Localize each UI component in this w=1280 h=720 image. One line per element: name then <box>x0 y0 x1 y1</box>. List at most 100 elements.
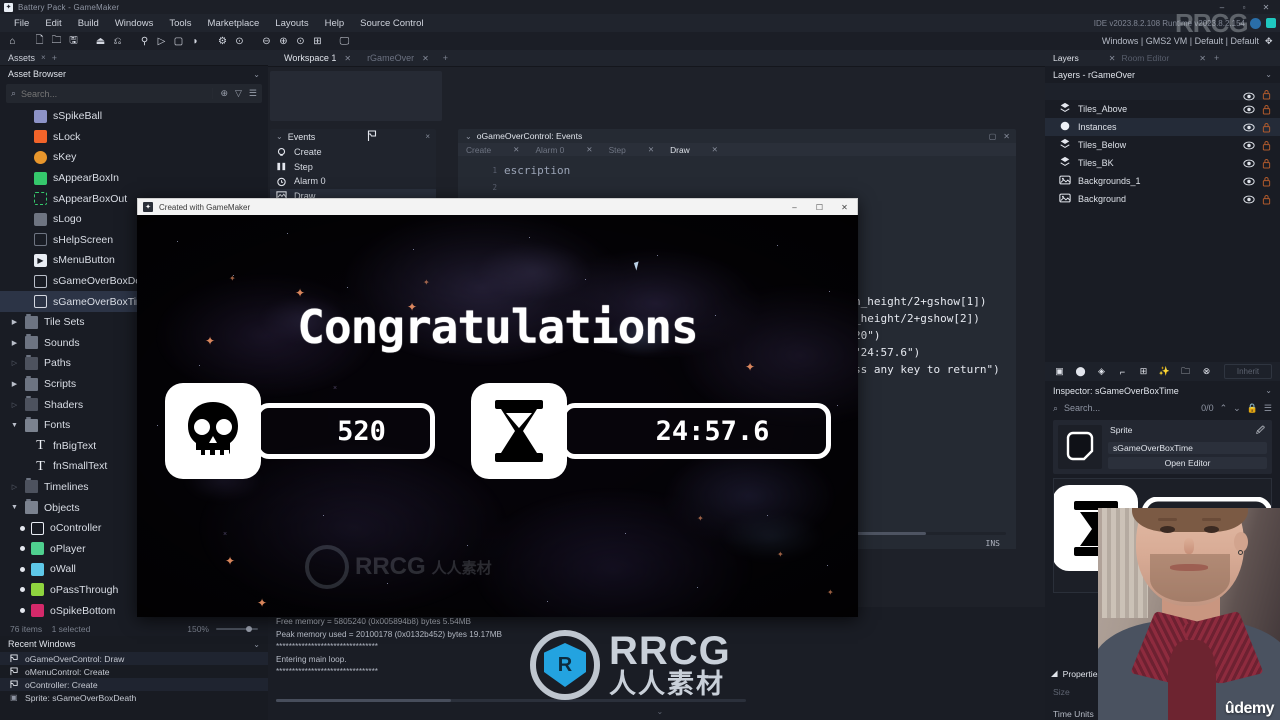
eye-icon[interactable] <box>1243 105 1255 114</box>
recent-item-sprite-gameoverboxdeath[interactable]: ▣ Sprite: sGameOverBoxDeath <box>0 691 268 704</box>
chevron-down-icon[interactable]: ⌄ <box>1265 70 1272 79</box>
game-window-titlebar[interactable]: ✦ Created with GameMaker – ☐ ✕ <box>137 198 858 215</box>
add-tab-icon[interactable]: + <box>1214 53 1219 63</box>
debug-icon[interactable]: ⚲ <box>136 33 153 49</box>
chevron-right-icon[interactable]: ▶ <box>10 339 19 347</box>
console-collapse-handle[interactable] <box>268 706 1045 720</box>
close-icon[interactable]: ✕ <box>832 199 857 216</box>
layer-item-tiles-below[interactable]: Tiles_Below <box>1045 136 1280 154</box>
clean-icon[interactable]: ⎌ <box>109 33 126 49</box>
chevron-down-icon[interactable]: ▼ <box>10 504 19 511</box>
gear-icon[interactable]: ✥ <box>1265 36 1276 47</box>
inherit-button[interactable]: Inherit <box>1224 364 1272 379</box>
menu-icon[interactable]: ☰ <box>249 88 257 99</box>
maximize-icon[interactable]: ☐ <box>807 199 832 216</box>
console-scrollbar[interactable] <box>276 699 746 702</box>
menu-edit[interactable]: Edit <box>37 16 69 31</box>
layer-item-background[interactable]: Background <box>1045 190 1280 208</box>
lock-icon[interactable] <box>1262 104 1271 115</box>
menu-help[interactable]: Help <box>317 16 353 31</box>
add-asset-icon[interactable]: ⊕ <box>220 88 228 99</box>
zoom-reset-icon[interactable]: ⊙ <box>292 33 309 49</box>
notification-icon[interactable] <box>1266 18 1276 28</box>
asset-search-row[interactable]: ⌕ ⊕ ▽ ☰ <box>6 84 262 103</box>
close-icon[interactable]: ✕ <box>1199 54 1206 63</box>
asset-item-skey[interactable]: sKey <box>0 147 268 168</box>
eye-icon[interactable] <box>1243 159 1255 168</box>
eraser-icon[interactable]: 🖉 <box>1256 425 1265 439</box>
paint-icon[interactable]: ◗ <box>187 33 204 49</box>
inspector-search-input[interactable]: Search... <box>1064 403 1195 413</box>
layer-item-backgrounds-1[interactable]: Backgrounds_1 <box>1045 172 1280 190</box>
save-icon[interactable]: 🖫 <box>65 33 82 49</box>
filter-icon[interactable]: ▽ <box>235 88 242 99</box>
code-tab-step[interactable]: Step ✕ <box>601 143 663 156</box>
lock-icon[interactable] <box>1262 158 1271 169</box>
close-icon[interactable]: ✕ <box>586 145 592 154</box>
home-icon[interactable]: ⌂ <box>4 33 21 49</box>
add-effect-layer-icon[interactable]: ✨ <box>1155 363 1174 380</box>
maximize-icon[interactable]: ▢ <box>989 132 997 141</box>
workspace-node-block[interactable] <box>270 71 442 121</box>
close-icon[interactable]: ✕ <box>344 54 351 63</box>
close-icon[interactable]: ✕ <box>648 145 654 154</box>
add-path-layer-icon[interactable]: ⊞ <box>1134 363 1153 380</box>
zoom-out-icon[interactable]: ⊖ <box>258 33 275 49</box>
add-asset-layer-icon[interactable]: ⌐ <box>1113 363 1132 380</box>
code-tab-alarm-0[interactable]: Alarm 0 ✕ <box>527 143 600 156</box>
add-workspace-icon[interactable]: + <box>437 53 454 63</box>
asset-zoom-slider[interactable] <box>216 626 258 632</box>
asset-item-slock[interactable]: sLock <box>0 127 268 148</box>
flag-icon[interactable] <box>367 130 378 144</box>
recent-item-menucontrol-create[interactable]: oMenuControl: Create <box>0 665 268 678</box>
chevron-down-icon[interactable]: ⌄ <box>253 640 260 649</box>
eye-icon[interactable] <box>1243 195 1255 204</box>
open-editor-button[interactable]: Open Editor <box>1108 457 1267 469</box>
game-window[interactable]: ✦ Created with GameMaker – ☐ ✕ ✦ ✦ ✦ ✦ ✦… <box>137 198 858 617</box>
add-background-layer-icon[interactable]: ▣ <box>1050 363 1069 380</box>
build-icon[interactable]: ⏏ <box>92 33 109 49</box>
game-canvas[interactable]: ✦ ✦ ✦ ✦ ✦ ✦ ✦ ✦ ✦ ✦ ✦ ✦ × × RRCG 人人素材 <box>137 215 858 617</box>
open-folder-icon[interactable]: 🗀 <box>48 33 65 49</box>
asset-search-input[interactable] <box>21 88 208 99</box>
menu-build[interactable]: Build <box>70 16 107 31</box>
layout-icon[interactable]: ⊞ <box>309 33 326 49</box>
menu-icon[interactable]: ☰ <box>1264 403 1272 414</box>
recent-item-controller-create[interactable]: oController: Create <box>0 678 268 691</box>
close-icon[interactable]: ✕ <box>422 54 429 63</box>
layer-item-instances[interactable]: Instances <box>1045 118 1280 136</box>
tab-workspace-1[interactable]: Workspace 1 ✕ <box>276 50 359 67</box>
maximize-icon[interactable]: ▫ <box>1238 3 1250 12</box>
lock-icon[interactable] <box>1262 140 1271 151</box>
layer-item-tiles-bk[interactable]: Tiles_BK <box>1045 154 1280 172</box>
eye-icon[interactable] <box>1243 123 1255 132</box>
tab-add-icon[interactable]: + <box>52 53 57 63</box>
lock-icon[interactable] <box>1262 194 1271 205</box>
chevron-down-icon[interactable]: ⌄ <box>253 70 260 79</box>
asset-item-sspikeball[interactable]: sSpikeBall <box>0 106 268 127</box>
eye-icon[interactable] <box>1243 177 1255 186</box>
stop-icon[interactable]: ▢ <box>170 33 187 49</box>
tab-room-editor[interactable]: Room Editor ✕ <box>1122 53 1212 63</box>
minimize-icon[interactable]: – <box>1216 3 1228 12</box>
code-tab-draw[interactable]: Draw ✕ <box>662 143 726 156</box>
output-console[interactable]: Free memory = 5805240 (0x005894b8) bytes… <box>268 607 1045 720</box>
collapse-icon[interactable]: ◢ <box>1051 668 1058 679</box>
delete-layer-icon[interactable]: ⊗ <box>1197 363 1216 380</box>
event-item-step[interactable]: Step <box>270 160 436 175</box>
window-controls[interactable]: – ▫ ✕ <box>1216 0 1278 14</box>
tab-rgameover[interactable]: rGameOver ✕ <box>359 50 437 67</box>
settings-icon[interactable]: ⚙ <box>214 33 231 49</box>
chevron-down-icon[interactable]: ▼ <box>10 422 19 429</box>
chevron-down-icon[interactable]: ⌄ <box>1265 386 1272 395</box>
close-icon[interactable]: ✕ <box>1109 54 1116 63</box>
recent-item-gameovercontrol-draw[interactable]: oGameOverControl: Draw <box>0 652 268 665</box>
chevron-right-icon[interactable]: ▷ <box>10 359 19 367</box>
account-avatar-icon[interactable] <box>1250 17 1261 29</box>
collapse-icon[interactable]: ⌄ <box>276 132 283 141</box>
play-icon[interactable]: ▷ <box>153 33 170 49</box>
menu-layouts[interactable]: Layouts <box>267 16 316 31</box>
add-instance-layer-icon[interactable]: ⬤ <box>1071 363 1090 380</box>
asset-item-sappearboxin[interactable]: sAppearBoxIn <box>0 168 268 189</box>
menu-marketplace[interactable]: Marketplace <box>200 16 268 31</box>
